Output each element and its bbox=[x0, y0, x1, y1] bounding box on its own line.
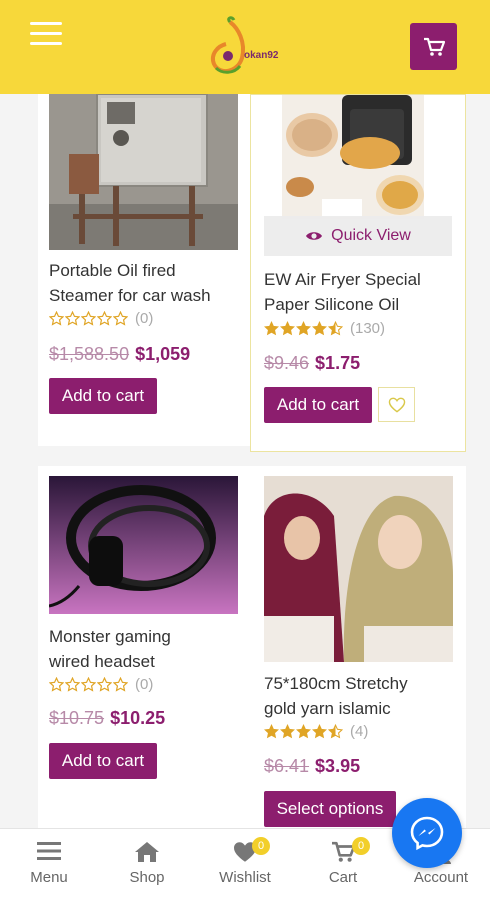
nav-wishlist-label: Wishlist bbox=[219, 869, 271, 886]
add-to-cart-button[interactable]: Add to cart bbox=[264, 387, 372, 423]
hijab-image bbox=[264, 476, 453, 662]
product-price: $10.75 $10.25 bbox=[49, 708, 165, 729]
nav-account-label: Account bbox=[413, 869, 469, 886]
air-fryer-image bbox=[282, 95, 424, 219]
nav-menu-label: Menu bbox=[30, 869, 68, 886]
product-title[interactable]: EW Air Fryer Special Paper Silicone Oil bbox=[264, 267, 464, 317]
star-empty-icon bbox=[81, 311, 96, 326]
star-half-icon bbox=[328, 724, 343, 739]
add-to-wishlist-button[interactable] bbox=[378, 387, 415, 422]
star-empty-icon bbox=[113, 311, 128, 326]
star-empty-icon bbox=[97, 677, 112, 692]
hamburger-menu-icon[interactable] bbox=[30, 22, 62, 46]
rating-count: (130) bbox=[350, 320, 386, 337]
nav-shop-label: Shop bbox=[129, 869, 165, 886]
rating-count: (0) bbox=[135, 310, 154, 327]
star-filled-icon bbox=[312, 321, 327, 336]
star-filled-icon bbox=[280, 724, 295, 739]
product-grid: Portable Oil fired Steamer for car wash … bbox=[0, 94, 490, 828]
product-rating: (0) bbox=[49, 676, 153, 693]
product-rating: (4) bbox=[264, 723, 368, 740]
product-rating: (130) bbox=[264, 320, 385, 337]
store-logo[interactable]: okan92 bbox=[208, 16, 288, 80]
rating-count: (0) bbox=[135, 676, 154, 693]
add-to-cart-button[interactable]: Add to cart bbox=[49, 743, 157, 779]
logo-mark-icon bbox=[211, 16, 245, 74]
star-half-icon bbox=[328, 321, 343, 336]
nav-shop[interactable]: Shop bbox=[98, 829, 196, 900]
quick-view-label: Quick View bbox=[331, 227, 411, 244]
product-image[interactable] bbox=[49, 476, 238, 614]
star-empty-icon bbox=[65, 677, 80, 692]
product-image[interactable] bbox=[49, 94, 238, 250]
sale-price: $1.75 bbox=[315, 353, 361, 373]
product-card[interactable]: EW Air Fryer Special Paper Silicone Oil … bbox=[250, 94, 466, 452]
nav-wishlist[interactable]: 0 Wishlist bbox=[196, 829, 294, 900]
star-filled-icon bbox=[264, 321, 279, 336]
wishlist-count-badge: 0 bbox=[252, 837, 270, 855]
messenger-icon bbox=[410, 816, 444, 851]
product-card[interactable]: Monster gaming wired headset (0) $10.75 $… bbox=[38, 466, 250, 828]
star-empty-icon bbox=[65, 311, 80, 326]
rating-count: (4) bbox=[350, 723, 369, 740]
cart-count-badge: 0 bbox=[352, 837, 370, 855]
steamer-image bbox=[49, 94, 238, 250]
heart-outline-icon bbox=[388, 397, 405, 413]
star-empty-icon bbox=[49, 677, 64, 692]
select-options-button[interactable]: Select options bbox=[264, 791, 396, 827]
old-price: $9.46 bbox=[264, 353, 310, 373]
quick-view-button[interactable]: Quick View bbox=[264, 216, 452, 256]
product-rating: (0) bbox=[49, 310, 153, 327]
headset-image bbox=[49, 476, 238, 614]
old-price: $10.75 bbox=[49, 708, 105, 728]
sale-price: $3.95 bbox=[315, 756, 361, 776]
product-title[interactable]: 75*180cm Stretchy gold yarn islamic bbox=[264, 671, 464, 721]
nav-menu[interactable]: Menu bbox=[0, 829, 98, 900]
star-filled-icon bbox=[312, 724, 327, 739]
product-price: $9.46 $1.75 bbox=[264, 353, 360, 374]
product-price: $6.41 $3.95 bbox=[264, 756, 360, 777]
star-empty-icon bbox=[97, 311, 112, 326]
star-filled-icon bbox=[296, 321, 311, 336]
sale-price: $10.25 bbox=[110, 708, 166, 728]
app-header: okan92 bbox=[0, 0, 490, 94]
star-rating bbox=[49, 677, 129, 692]
star-rating bbox=[264, 321, 344, 336]
star-rating bbox=[49, 311, 129, 326]
product-card[interactable]: 75*180cm Stretchy gold yarn islamic (4) … bbox=[250, 466, 466, 828]
star-rating bbox=[264, 724, 344, 739]
header-cart-button[interactable] bbox=[410, 23, 457, 70]
star-empty-icon bbox=[49, 311, 64, 326]
add-to-cart-button[interactable]: Add to cart bbox=[49, 378, 157, 414]
nav-cart-label: Cart bbox=[328, 869, 358, 886]
home-icon bbox=[135, 842, 159, 862]
product-title[interactable]: Portable Oil fired Steamer for car wash bbox=[49, 258, 244, 308]
star-filled-icon bbox=[280, 321, 295, 336]
star-filled-icon bbox=[296, 724, 311, 739]
sale-price: $1,059 bbox=[135, 344, 191, 364]
messenger-chat-button[interactable] bbox=[392, 798, 462, 868]
menu-icon bbox=[37, 842, 61, 860]
cart-icon bbox=[423, 37, 445, 56]
star-empty-icon bbox=[81, 677, 96, 692]
nav-cart[interactable]: 0 Cart bbox=[294, 829, 392, 900]
star-empty-icon bbox=[113, 677, 128, 692]
logo-text: okan92 bbox=[244, 50, 279, 61]
eye-icon bbox=[306, 232, 323, 240]
star-filled-icon bbox=[264, 724, 279, 739]
product-card[interactable]: Portable Oil fired Steamer for car wash … bbox=[38, 94, 250, 446]
old-price: $1,588.50 bbox=[49, 344, 130, 364]
product-price: $1,588.50 $1,059 bbox=[49, 344, 190, 365]
product-image[interactable] bbox=[282, 95, 424, 219]
product-image[interactable] bbox=[264, 476, 453, 662]
product-title[interactable]: Monster gaming wired headset bbox=[49, 624, 244, 674]
old-price: $6.41 bbox=[264, 756, 310, 776]
